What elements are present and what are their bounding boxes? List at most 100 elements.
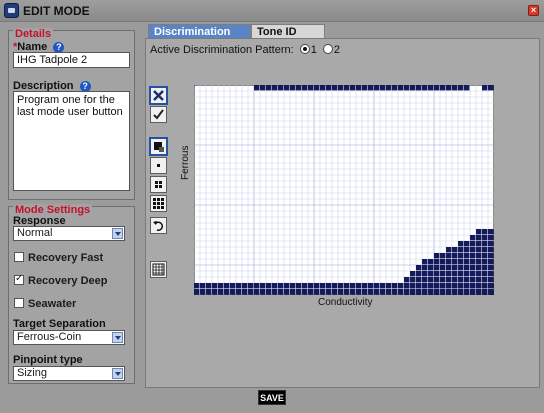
grid-cell-filled	[446, 247, 452, 253]
clear-x-icon[interactable]	[149, 86, 168, 105]
active-pattern-label: Active Discrimination Pattern:	[150, 44, 294, 56]
grid-cell-filled	[380, 283, 386, 289]
pattern-2-radio[interactable]	[322, 44, 333, 54]
grid-cell-filled	[488, 235, 494, 241]
brush-grid-icon[interactable]	[150, 195, 167, 212]
tab-discrimination-pattern[interactable]: Discrimination Pattern	[148, 24, 251, 50]
grid-cell-filled	[236, 283, 242, 289]
grid-cell-filled	[248, 283, 254, 289]
grid-cell-filled	[308, 283, 314, 289]
title-bar: EDIT MODE ×	[0, 0, 544, 22]
grid-cell-filled	[314, 85, 320, 91]
grid-cell-filled	[434, 283, 440, 289]
grid-cell-filled	[392, 283, 398, 289]
grid-cell-filled	[434, 277, 440, 283]
grid-cell-filled	[260, 289, 266, 295]
pattern-1-radio[interactable]	[299, 44, 310, 54]
grid-cell-filled	[404, 277, 410, 283]
grid-cell-filled	[470, 265, 476, 271]
grid-cell-filled	[482, 241, 488, 247]
help-icon[interactable]: ?	[79, 80, 91, 92]
grid-cell-filled	[470, 277, 476, 283]
grid-toggle-icon[interactable]	[150, 261, 167, 278]
grid-cell-filled	[464, 259, 470, 265]
grid-cell-filled	[488, 277, 494, 283]
grid-cell-filled	[404, 85, 410, 91]
description-textarea[interactable]: Program one for the last mode user butto…	[13, 91, 130, 191]
close-icon[interactable]: ×	[528, 5, 539, 16]
response-select[interactable]: Normal	[13, 226, 125, 241]
help-icon[interactable]: ?	[53, 41, 65, 53]
grid-cell-filled	[392, 85, 398, 91]
seawater-row[interactable]: Seawater	[14, 298, 76, 310]
grid-cell-filled	[434, 253, 440, 259]
grid-cell-filled	[326, 283, 332, 289]
grid-cell-filled	[410, 277, 416, 283]
grid-cell-filled	[410, 85, 416, 91]
grid-cell-filled	[362, 85, 368, 91]
grid-canvas[interactable]	[193, 84, 495, 296]
pinpoint-select[interactable]: Sizing	[13, 366, 125, 381]
grid-cell-filled	[368, 289, 374, 295]
grid-cell-filled	[224, 289, 230, 295]
brush-small-icon[interactable]	[150, 157, 167, 174]
recovery-fast-checkbox[interactable]	[14, 252, 24, 262]
recovery-fast-row[interactable]: Recovery Fast	[14, 252, 103, 264]
grid-cell-filled	[248, 289, 254, 295]
seawater-checkbox[interactable]	[14, 298, 24, 308]
grid-cell-filled	[428, 85, 434, 91]
grid-cell-filled	[224, 283, 230, 289]
grid-cell-filled	[410, 271, 416, 277]
accept-check-icon[interactable]	[150, 106, 167, 123]
grid-cell-filled	[230, 283, 236, 289]
grid-cell-filled	[470, 247, 476, 253]
grid-cell-filled	[488, 253, 494, 259]
grid-cell-filled	[194, 289, 200, 295]
response-selected: Normal	[17, 227, 53, 239]
tab-tone-id-profile[interactable]: Tone ID Profile	[251, 24, 325, 50]
grid-cell-filled	[374, 85, 380, 91]
target-separation-select[interactable]: Ferrous-Coin	[13, 330, 125, 345]
grid-cell-filled	[290, 85, 296, 91]
grid-cell-filled	[452, 259, 458, 265]
recovery-deep-row[interactable]: Recovery Deep	[14, 273, 108, 287]
pinpoint-label: Pinpoint type	[13, 354, 83, 366]
grid-cell-filled	[350, 289, 356, 295]
grid-cell-filled	[212, 289, 218, 295]
grid-cell-filled	[416, 85, 422, 91]
brush-medium-icon[interactable]	[150, 176, 167, 193]
grid-cell-filled	[284, 289, 290, 295]
grid-cell-filled	[320, 283, 326, 289]
grid-cell-filled	[218, 289, 224, 295]
grid-cell-filled	[332, 283, 338, 289]
undo-icon[interactable]	[150, 217, 167, 234]
grid-cell-filled	[338, 283, 344, 289]
name-input[interactable]: IHG Tadpole 2	[13, 52, 130, 68]
grid-cell-filled	[446, 271, 452, 277]
grid-cell-filled	[296, 85, 302, 91]
grid-cell-filled	[434, 265, 440, 271]
grid-cell-filled	[488, 247, 494, 253]
grid-cell-filled	[236, 289, 242, 295]
grid-cell-filled	[464, 265, 470, 271]
grid-cell-filled	[362, 289, 368, 295]
grid-cell-filled	[338, 289, 344, 295]
save-button[interactable]: SAVE	[258, 390, 286, 405]
grid-cell-filled	[458, 85, 464, 91]
grid-cell-filled	[458, 259, 464, 265]
grid-cell-filled	[482, 85, 488, 91]
grid-cell-filled	[386, 85, 392, 91]
grid-cell-filled	[416, 265, 422, 271]
grid-cell-filled	[458, 241, 464, 247]
grid-cell-filled	[326, 85, 332, 91]
grid-cell-filled	[302, 85, 308, 91]
grid-cell-filled	[416, 277, 422, 283]
grid-cell-filled	[452, 85, 458, 91]
grid-cell-filled	[452, 271, 458, 277]
discrimination-grid[interactable]	[193, 84, 495, 296]
grid-cell-filled	[218, 283, 224, 289]
grid-cell-filled	[446, 253, 452, 259]
brush-large-icon[interactable]	[149, 137, 168, 156]
recovery-deep-checkbox[interactable]	[14, 273, 24, 285]
grid-cell-filled	[380, 85, 386, 91]
